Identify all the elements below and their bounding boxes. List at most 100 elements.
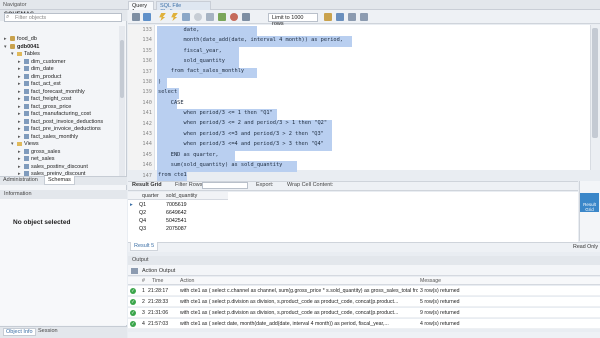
success-check-icon: ✓ xyxy=(130,299,136,305)
schema-tree-scroll-thumb[interactable] xyxy=(120,40,124,98)
tree-item[interactable]: ▸ sales_postinv_discount xyxy=(18,164,88,172)
code-line[interactable]: when period/3 <= 1 then "Q1" xyxy=(158,108,273,118)
output-cell-message: 5 row(s) returned xyxy=(420,299,460,305)
success-check-icon: ✓ xyxy=(130,310,136,316)
table-icon xyxy=(24,156,29,162)
code-line[interactable]: when period/3 <=3 and period/3 > 2 then … xyxy=(158,129,324,139)
database-icon xyxy=(10,36,15,42)
tab-query-1[interactable]: Query 1 xyxy=(128,1,154,15)
wrap-cell-content-label[interactable]: Wrap Cell Content: xyxy=(287,182,333,188)
tree-item-label: fact_post_invoice_deductions xyxy=(31,118,104,125)
editor-toolbar xyxy=(128,10,600,24)
code-line[interactable]: sum(sold_quantity) as sold_quantity xyxy=(158,160,283,170)
tree-item[interactable]: ▾ gdb0041 xyxy=(4,44,39,52)
save-icon[interactable] xyxy=(143,13,151,21)
code-line[interactable]: from cte1 xyxy=(158,170,187,180)
tree-item[interactable]: ▸ net_sales xyxy=(18,156,55,164)
tree-item[interactable]: ▸ dim_product xyxy=(18,74,61,82)
tree-item[interactable]: ▸ food_db xyxy=(4,36,37,44)
tree-item-label: fact_pre_invoice_deductions xyxy=(31,126,101,132)
tree-item[interactable]: ▸ fact_manufacturing_cost xyxy=(18,111,91,119)
output-cell-time: 21:28:17 xyxy=(148,288,169,294)
output-cell-action: with cte1 as ( select p.division as divi… xyxy=(180,310,399,316)
table-icon xyxy=(24,73,29,79)
find-icon[interactable] xyxy=(336,13,344,21)
result-grid-side-button[interactable]: Result Grid xyxy=(580,193,599,212)
output-col-time: Time xyxy=(152,278,164,284)
grid-cell[interactable]: 6649642 xyxy=(166,210,187,216)
table-icon xyxy=(24,118,29,124)
read-only-label: Read Only xyxy=(573,244,599,250)
information-panel xyxy=(0,199,127,325)
grid-cell[interactable]: 2075087 xyxy=(166,226,187,232)
rollback-icon[interactable] xyxy=(230,13,238,21)
code-line[interactable]: sold_quantity xyxy=(158,56,225,66)
result-grid-label[interactable]: Result Grid xyxy=(132,182,162,188)
code-line[interactable]: fiscal_year, xyxy=(158,46,222,56)
grid-cell[interactable]: 5042541 xyxy=(166,218,187,224)
folder-icon xyxy=(17,141,22,146)
code-line[interactable]: when period/3 <=4 and period/3 > 3 then … xyxy=(158,139,324,149)
table-icon xyxy=(24,58,29,64)
limit-rows-select[interactable]: Limit to 1000 rows xyxy=(268,13,318,27)
execute-icon[interactable] xyxy=(159,13,166,21)
table-icon xyxy=(24,81,29,87)
table-icon xyxy=(24,163,29,169)
column-header-sold-quantity[interactable]: sold_quantity xyxy=(166,193,197,199)
grid-cell[interactable]: Q2 xyxy=(139,210,146,216)
tab-result-5[interactable]: Result 5 xyxy=(130,242,159,251)
open-file-icon[interactable] xyxy=(132,13,140,21)
tab-sql-file-challenge[interactable]: SQL File Challenge xyxy=(156,1,211,15)
tree-item[interactable]: ▸ dim_date xyxy=(18,66,54,74)
tree-item[interactable]: ▸ fact_sales_monthly xyxy=(18,134,78,142)
tree-item[interactable]: ▸ fact_forecast_monthly xyxy=(18,89,85,97)
column-header-quarter[interactable]: quarter xyxy=(142,193,159,199)
invisible-chars-icon[interactable] xyxy=(348,13,356,21)
stop-icon[interactable] xyxy=(194,13,202,21)
output-cell-time: 21:57:03 xyxy=(148,321,169,327)
explain-icon[interactable] xyxy=(182,13,190,21)
tab-schemas[interactable]: Schemas xyxy=(44,176,75,185)
execute-statement-icon[interactable] xyxy=(171,13,178,21)
export-label[interactable]: Export: xyxy=(256,182,273,188)
grid-cell[interactable]: Q4 xyxy=(139,218,146,224)
tab-administration[interactable]: Administration xyxy=(3,177,38,183)
filter-objects-input[interactable]: Filter objects xyxy=(4,13,122,22)
code-line[interactable]: select xyxy=(158,87,177,97)
code-line[interactable]: when period/3 <= 2 and period/3 > 1 then… xyxy=(158,118,328,128)
word-wrap-icon[interactable] xyxy=(360,13,368,21)
action-output-select[interactable]: Action Output xyxy=(142,268,175,274)
tree-item[interactable]: ▸ fact_freight_cost xyxy=(18,96,71,104)
grid-cell[interactable]: Q3 xyxy=(139,226,146,232)
tree-item[interactable]: ▸ fact_gross_price xyxy=(18,104,71,112)
tab-object-info[interactable]: Object Info xyxy=(3,328,36,336)
tree-item-label: net_sales xyxy=(31,156,55,162)
code-line[interactable]: END as quarter, xyxy=(158,150,219,160)
tree-item[interactable]: ▸ dim_customer xyxy=(18,59,66,67)
output-col-num: # xyxy=(142,278,145,284)
table-icon xyxy=(24,88,29,94)
tree-item[interactable]: ▸ fact_pre_invoice_deductions xyxy=(18,126,101,134)
editor-scroll-thumb[interactable] xyxy=(592,28,598,138)
code-line[interactable]: month(date_add(date, interval 4 month)) … xyxy=(158,35,343,45)
tree-item[interactable]: ▾ Tables xyxy=(11,51,40,59)
tab-session[interactable]: Session xyxy=(38,328,58,334)
code-line[interactable]: CASE xyxy=(158,98,184,108)
tree-item[interactable]: ▸ fact_post_invoice_deductions xyxy=(18,119,103,127)
tree-item[interactable]: ▸ fact_act_est xyxy=(18,81,61,89)
toggle-error-icon[interactable] xyxy=(206,13,214,21)
grid-cell[interactable]: Q1 xyxy=(139,202,146,208)
code-line[interactable]: from fact_sales_monthly xyxy=(158,66,244,76)
tree-item-label: dim_product xyxy=(31,73,62,80)
grid-cell[interactable]: 7005619 xyxy=(166,202,187,208)
code-line[interactable]: date, xyxy=(158,25,200,35)
tree-item[interactable]: ▾ Views xyxy=(11,141,39,149)
beautify-icon[interactable] xyxy=(324,13,332,21)
commit-icon[interactable] xyxy=(218,13,226,21)
table-icon xyxy=(24,66,29,72)
autocommit-icon[interactable] xyxy=(242,13,250,21)
code-line[interactable]: ) xyxy=(158,77,161,87)
tree-item-label: fact_freight_cost xyxy=(31,96,72,102)
tree-item[interactable]: ▸ gross_sales xyxy=(18,149,60,157)
filter-rows-input[interactable] xyxy=(202,182,248,189)
